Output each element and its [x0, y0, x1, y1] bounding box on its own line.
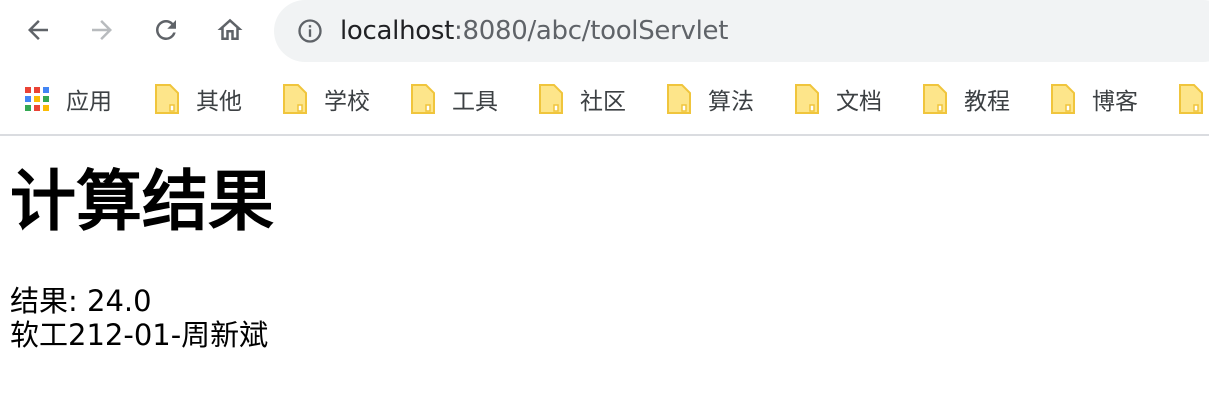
- bookmark-label: 社区: [580, 89, 626, 115]
- folder-icon: [923, 84, 947, 114]
- bookmark-folder-tutorials[interactable]: 教程: [922, 82, 1010, 116]
- bookmark-folder-school[interactable]: 学校: [282, 82, 370, 116]
- bookmark-folder-algorithms[interactable]: 算法: [666, 82, 754, 116]
- bookmark-label: 学校: [324, 89, 370, 115]
- bookmark-label: 应用: [66, 89, 112, 115]
- bookmark-folder-other[interactable]: 其他: [154, 82, 242, 116]
- folder-icon: [539, 84, 563, 114]
- bookmark-label: 其他: [196, 89, 242, 115]
- bookmark-label: 工具: [452, 89, 498, 115]
- url-path: :8080/abc/toolServlet: [454, 16, 729, 46]
- page-heading: 计算结果: [10, 163, 274, 240]
- url-host: localhost: [340, 16, 455, 46]
- browser-toolbar: localhost:8080/abc/toolServlet: [0, 0, 1209, 64]
- bookmark-folder-docs[interactable]: 文档: [794, 82, 882, 116]
- bookmark-folder-community[interactable]: 社区: [538, 82, 626, 116]
- bookmark-folder-overflow[interactable]: [1178, 82, 1204, 116]
- bookmark-folder-blogs[interactable]: 博客: [1050, 82, 1138, 116]
- bookmark-apps[interactable]: 应用: [24, 82, 112, 116]
- bookmark-label: 算法: [708, 89, 754, 115]
- site-info-icon[interactable]: [296, 17, 324, 45]
- apps-grid-icon: [25, 87, 49, 111]
- back-button[interactable]: [16, 8, 60, 52]
- arrow-right-icon: [92, 20, 112, 40]
- folder-icon: [283, 84, 307, 114]
- home-button[interactable]: [208, 8, 252, 52]
- bookmark-label: 教程: [964, 89, 1010, 115]
- folder-icon: [411, 84, 435, 114]
- folder-icon: [795, 84, 819, 114]
- home-icon: [217, 18, 243, 40]
- bookmark-folder-tools[interactable]: 工具: [410, 82, 498, 116]
- author-line: 软工212-01-周新斌: [10, 318, 269, 352]
- page-content: 计算结果 结果: 24.0 软工212-01-周新斌: [0, 160, 1209, 352]
- folder-icon: [1051, 84, 1075, 114]
- reload-button[interactable]: [144, 8, 188, 52]
- bookmark-label: 博客: [1092, 89, 1138, 115]
- forward-button[interactable]: [80, 8, 124, 52]
- reload-icon: [156, 19, 176, 40]
- result-line: 结果: 24.0: [10, 284, 152, 318]
- arrow-left-icon: [28, 20, 48, 40]
- bookmarks-bar: 应用 其他 学校 工具 社区 算法 文档 教程 博客: [0, 64, 1209, 136]
- folder-icon: [155, 84, 179, 114]
- bookmark-label: 文档: [836, 89, 882, 115]
- address-bar[interactable]: localhost:8080/abc/toolServlet: [274, 0, 1209, 62]
- folder-icon: [1179, 84, 1203, 114]
- url-text[interactable]: localhost:8080/abc/toolServlet: [340, 16, 728, 46]
- folder-icon: [667, 84, 691, 114]
